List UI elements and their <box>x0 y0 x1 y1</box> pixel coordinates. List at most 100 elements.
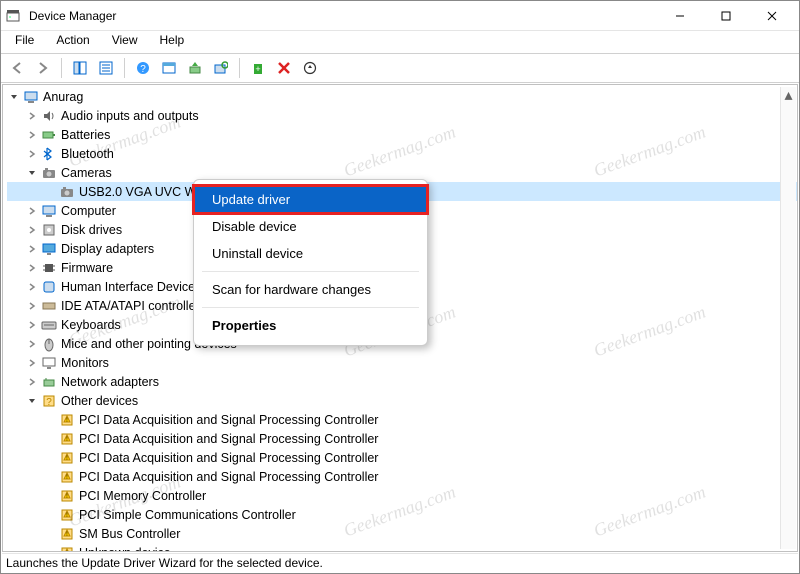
tree-label: Display adapters <box>61 240 154 258</box>
window-title: Device Manager <box>29 9 657 23</box>
camera-icon <box>41 165 57 181</box>
tree-label: Disk drives <box>61 221 122 239</box>
tree-category[interactable]: Monitors <box>7 353 797 372</box>
tree-label: PCI Simple Communications Controller <box>79 506 296 524</box>
warn-icon: ! <box>59 488 75 504</box>
toolbar-separator <box>61 58 62 78</box>
tree-item[interactable]: !PCI Data Acquisition and Signal Process… <box>7 467 797 486</box>
context-menu-item[interactable]: Uninstall device <box>194 240 427 267</box>
chevron-right-icon[interactable] <box>25 318 39 332</box>
tree-item[interactable]: !Unknown device <box>7 543 797 551</box>
tree-label: Human Interface Devices <box>61 278 201 296</box>
tree-category[interactable]: Audio inputs and outputs <box>7 106 797 125</box>
tree-label: PCI Memory Controller <box>79 487 206 505</box>
vertical-scrollbar[interactable]: ▴ <box>780 87 796 549</box>
action-center-button[interactable] <box>157 56 181 80</box>
menubar: File Action View Help <box>1 31 799 53</box>
context-menu-item[interactable]: Properties <box>194 312 427 339</box>
minimize-button[interactable] <box>657 1 703 31</box>
chevron-right-icon[interactable] <box>25 299 39 313</box>
tree-label: Network adapters <box>61 373 159 391</box>
warn-icon: ! <box>59 507 75 523</box>
context-menu-separator <box>202 271 419 272</box>
tree-label: PCI Data Acquisition and Signal Processi… <box>79 411 378 429</box>
uninstall-button[interactable] <box>298 56 322 80</box>
keyboard-icon <box>41 317 57 333</box>
chevron-right-icon[interactable] <box>25 375 39 389</box>
close-button[interactable] <box>749 1 795 31</box>
scroll-up-arrow[interactable]: ▴ <box>781 87 796 103</box>
tree-label: Keyboards <box>61 316 121 334</box>
toolbar-separator <box>239 58 240 78</box>
context-menu-separator <box>202 307 419 308</box>
chevron-down-icon[interactable] <box>7 90 21 104</box>
chevron-right-icon[interactable] <box>25 280 39 294</box>
other-icon: ? <box>41 393 57 409</box>
chevron-right-icon[interactable] <box>25 147 39 161</box>
toolbar-separator <box>124 58 125 78</box>
context-menu: Update driverDisable deviceUninstall dev… <box>193 179 428 346</box>
ide-icon <box>41 298 57 314</box>
update-driver-button[interactable] <box>183 56 207 80</box>
tree-label: PCI Data Acquisition and Signal Processi… <box>79 449 378 467</box>
tree-item[interactable]: !PCI Data Acquisition and Signal Process… <box>7 410 797 429</box>
tree-item[interactable]: !PCI Data Acquisition and Signal Process… <box>7 429 797 448</box>
battery-icon <box>41 127 57 143</box>
tree-category[interactable]: ? Other devices <box>7 391 797 410</box>
hid-icon <box>41 279 57 295</box>
menu-help[interactable]: Help <box>150 31 195 53</box>
forward-button[interactable] <box>31 56 55 80</box>
tree-category[interactable]: Network adapters <box>7 372 797 391</box>
chevron-right-icon[interactable] <box>25 261 39 275</box>
svg-text:?: ? <box>46 397 52 408</box>
menu-view[interactable]: View <box>102 31 148 53</box>
toolbar: ? + <box>1 53 799 83</box>
chevron-right-icon[interactable] <box>25 337 39 351</box>
network-icon <box>41 374 57 390</box>
tree-label: Firmware <box>61 259 113 277</box>
chevron-right-icon[interactable] <box>25 204 39 218</box>
bluetooth-icon <box>41 146 57 162</box>
mouse-icon <box>41 336 57 352</box>
context-menu-item[interactable]: Scan for hardware changes <box>194 276 427 303</box>
disable-button[interactable] <box>272 56 296 80</box>
chevron-right-icon[interactable] <box>25 109 39 123</box>
computer-icon <box>41 203 57 219</box>
chevron-down-icon[interactable] <box>25 166 39 180</box>
chevron-right-icon[interactable] <box>25 356 39 370</box>
add-drivers-button[interactable]: + <box>246 56 270 80</box>
help-button[interactable]: ? <box>131 56 155 80</box>
tree-label: Other devices <box>61 392 138 410</box>
warn-icon: ! <box>59 412 75 428</box>
tree-label: Cameras <box>61 164 112 182</box>
show-hide-tree-button[interactable] <box>68 56 92 80</box>
tree-category[interactable]: Bluetooth <box>7 144 797 163</box>
properties-button[interactable] <box>94 56 118 80</box>
menu-file[interactable]: File <box>5 31 44 53</box>
tree-item[interactable]: !PCI Data Acquisition and Signal Process… <box>7 448 797 467</box>
tree-item[interactable]: !PCI Simple Communications Controller <box>7 505 797 524</box>
camera-icon <box>59 184 75 200</box>
chip-icon <box>41 260 57 276</box>
context-menu-item[interactable]: Disable device <box>194 213 427 240</box>
chevron-right-icon[interactable] <box>25 242 39 256</box>
tree-root[interactable]: Anurag <box>7 87 797 106</box>
warn-icon: ! <box>59 545 75 552</box>
chevron-down-icon[interactable] <box>25 394 39 408</box>
context-menu-item[interactable]: Update driver <box>194 186 427 213</box>
tree-item[interactable]: !PCI Memory Controller <box>7 486 797 505</box>
monitor-icon <box>41 355 57 371</box>
tree-label: PCI Data Acquisition and Signal Processi… <box>79 468 378 486</box>
chevron-right-icon[interactable] <box>25 128 39 142</box>
maximize-button[interactable] <box>703 1 749 31</box>
back-button[interactable] <box>5 56 29 80</box>
tree-label: PCI Data Acquisition and Signal Processi… <box>79 430 378 448</box>
menu-action[interactable]: Action <box>46 31 99 53</box>
tree-label: Audio inputs and outputs <box>61 107 199 125</box>
chevron-right-icon[interactable] <box>25 223 39 237</box>
tree-item[interactable]: !SM Bus Controller <box>7 524 797 543</box>
tree-category[interactable]: Batteries <box>7 125 797 144</box>
statusbar: Launches the Update Driver Wizard for th… <box>2 553 798 573</box>
scan-hardware-button[interactable] <box>209 56 233 80</box>
display-icon <box>41 241 57 257</box>
